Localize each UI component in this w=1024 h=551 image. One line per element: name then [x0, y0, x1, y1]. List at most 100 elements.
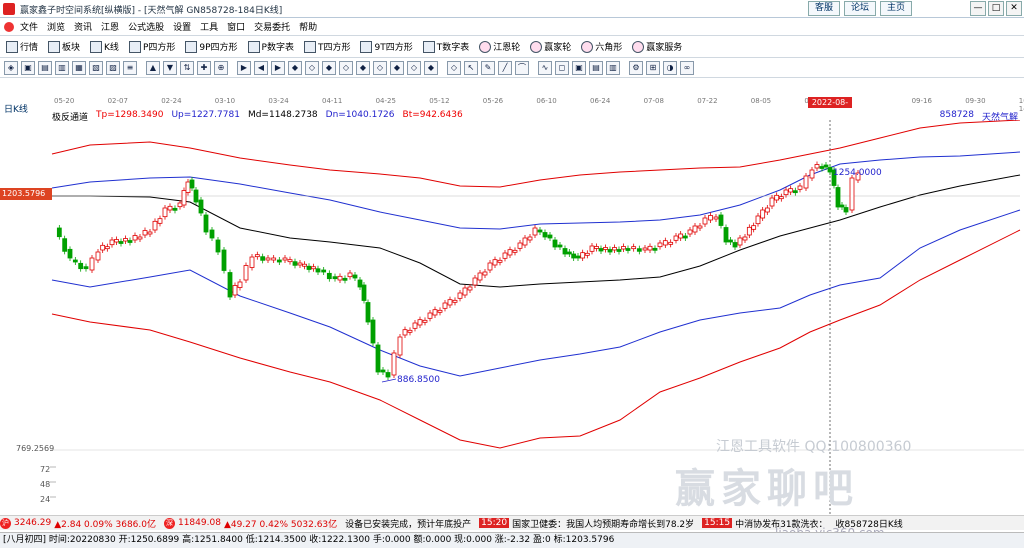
- tool-button-icon[interactable]: ◆: [356, 60, 370, 75]
- menu-file[interactable]: 文件: [20, 20, 38, 33]
- t-number-table-button[interactable]: T数字表: [422, 40, 469, 53]
- forum-link[interactable]: 论坛: [844, 1, 877, 16]
- candle-body: [142, 230, 148, 236]
- candle-body: [337, 275, 343, 281]
- tool-button-icon[interactable]: ◀: [254, 60, 268, 75]
- menu-gann[interactable]: 江恩: [101, 20, 119, 33]
- tool-button-icon[interactable]: ◇: [305, 60, 319, 75]
- sh-index[interactable]: 沪 3246.29 ▲2.84 0.09% 3686.0亿: [0, 517, 164, 530]
- p-number-table-button[interactable]: P数字表: [247, 40, 294, 53]
- tool-button-icon[interactable]: ✚: [197, 60, 211, 75]
- 9t-square-button[interactable]: 9T四方形: [360, 40, 413, 53]
- t-square-button[interactable]: T四方形: [303, 40, 350, 53]
- gann-wheel-button[interactable]: 江恩轮: [479, 40, 520, 53]
- candle-body: [507, 249, 513, 256]
- menu-trade[interactable]: 交易委托: [254, 20, 290, 33]
- tool-button-icon[interactable]: ◇: [373, 60, 387, 75]
- top-links: 客服 论坛 主页: [808, 1, 913, 16]
- low-annotation: 886.8500: [397, 375, 440, 385]
- news-item[interactable]: 15:20 国家卫健委：我国人均预期寿命增长到78.2岁: [479, 517, 702, 530]
- tool-button-icon[interactable]: ◇: [407, 60, 421, 75]
- tool-button-icon[interactable]: ▶: [271, 60, 285, 75]
- winner-service-button[interactable]: 赢家服务: [632, 40, 682, 53]
- quotes-button[interactable]: 行情: [6, 40, 38, 53]
- tool-button-icon[interactable]: ◆: [288, 60, 302, 75]
- tool-button-icon[interactable]: ◑: [663, 60, 677, 75]
- menu-tools[interactable]: 工具: [200, 20, 218, 33]
- tool-button-icon[interactable]: ⊕: [214, 60, 228, 75]
- main-toolbar: 行情 板块 K线 P四方形 9P四方形 P数字表 T四方形 9T四方形 T数字表…: [0, 36, 1024, 58]
- close-button[interactable]: ✕: [1006, 1, 1022, 16]
- candle-body: [342, 277, 348, 281]
- tool-button-icon[interactable]: ▧: [89, 60, 103, 75]
- candle-body: [662, 240, 668, 246]
- menu-formula[interactable]: 公式选股: [128, 20, 164, 33]
- candle-body: [221, 249, 227, 271]
- candle-body: [237, 281, 243, 288]
- menu: 文件 浏览 资讯 江恩 公式选股 设置 工具 窗口 交易委托 帮助: [20, 20, 317, 33]
- 9p-square-button[interactable]: 9P四方形: [185, 40, 238, 53]
- tool-button-icon[interactable]: ∞: [680, 60, 694, 75]
- tool-button-icon[interactable]: ◆: [424, 60, 438, 75]
- tool-button-icon[interactable]: ▼: [163, 60, 177, 75]
- tool-button-icon[interactable]: ◇: [447, 60, 461, 75]
- p-square-button[interactable]: P四方形: [128, 40, 175, 53]
- tool-button-icon[interactable]: ⊞: [646, 60, 660, 75]
- tool-button-icon[interactable]: ∿: [538, 60, 552, 75]
- candle-body: [452, 299, 458, 303]
- tool-button-icon[interactable]: ▨: [106, 60, 120, 75]
- tool-button-icon[interactable]: ◇: [339, 60, 353, 75]
- tool-button-icon[interactable]: ╱: [498, 60, 512, 75]
- tool-button-icon[interactable]: ✎: [481, 60, 495, 75]
- menu-help[interactable]: 帮助: [299, 20, 317, 33]
- candle-body: [193, 189, 199, 203]
- service-link[interactable]: 客服: [808, 1, 841, 16]
- candle-body: [402, 329, 408, 336]
- sz-index[interactable]: 深 11849.08 ▲49.27 0.42% 5032.63亿: [163, 517, 345, 530]
- candle-body: [315, 268, 321, 273]
- tool-button-icon[interactable]: ◻: [555, 60, 569, 75]
- tool-button-icon[interactable]: ⇅: [180, 60, 194, 75]
- tool-button-icon[interactable]: ▤: [38, 60, 52, 75]
- sector-button[interactable]: 板块: [48, 40, 80, 53]
- menu-browse[interactable]: 浏览: [47, 20, 65, 33]
- tool-button-icon[interactable]: ▣: [21, 60, 35, 75]
- service-icon: [632, 40, 645, 53]
- tool-button-icon[interactable]: ≡: [123, 60, 137, 75]
- tool-button-icon[interactable]: ▤: [589, 60, 603, 75]
- candle-body: [311, 266, 316, 270]
- candle-body: [62, 238, 68, 252]
- tool-button-icon[interactable]: ▣: [572, 60, 586, 75]
- tool-button-icon[interactable]: ▲: [146, 60, 160, 75]
- tool-button-icon[interactable]: ◈: [4, 60, 18, 75]
- menu-info[interactable]: 资讯: [74, 20, 92, 33]
- news-item[interactable]: 设备已安装完成，预计年底投产: [345, 517, 479, 530]
- tool-button-icon[interactable]: ▶: [237, 60, 251, 75]
- home-link[interactable]: 主页: [880, 1, 913, 16]
- minimize-button[interactable]: —: [970, 1, 986, 16]
- kline-button[interactable]: K线: [90, 40, 119, 53]
- tool-button-icon[interactable]: ⌒: [515, 60, 529, 75]
- tool-button-icon[interactable]: ▥: [606, 60, 620, 75]
- current-price-tag: 1203.5796: [0, 188, 52, 200]
- candle-body: [788, 188, 794, 193]
- candle-body: [472, 277, 478, 286]
- maximize-button[interactable]: □: [988, 1, 1004, 16]
- menu-settings[interactable]: 设置: [173, 20, 191, 33]
- candle-body: [625, 248, 631, 251]
- period-label[interactable]: 日K线: [4, 102, 28, 115]
- menu-window[interactable]: 窗口: [227, 20, 245, 33]
- candle-body: [457, 292, 463, 299]
- tool-button-icon[interactable]: ▦: [72, 60, 86, 75]
- hexagon-button[interactable]: 六角形: [581, 40, 622, 53]
- y-min-label: 769.2569: [16, 444, 55, 453]
- candle-body: [571, 253, 577, 259]
- winner-wheel-button[interactable]: 赢家轮: [530, 40, 571, 53]
- candle-body: [375, 344, 381, 373]
- tool-button-icon[interactable]: ▥: [55, 60, 69, 75]
- tool-button-icon[interactable]: ◆: [390, 60, 404, 75]
- tool-button-icon[interactable]: ⚙: [629, 60, 643, 75]
- tool-button-icon[interactable]: ◆: [322, 60, 336, 75]
- tool-button-icon[interactable]: ↖: [464, 60, 478, 75]
- candle-body: [326, 272, 332, 280]
